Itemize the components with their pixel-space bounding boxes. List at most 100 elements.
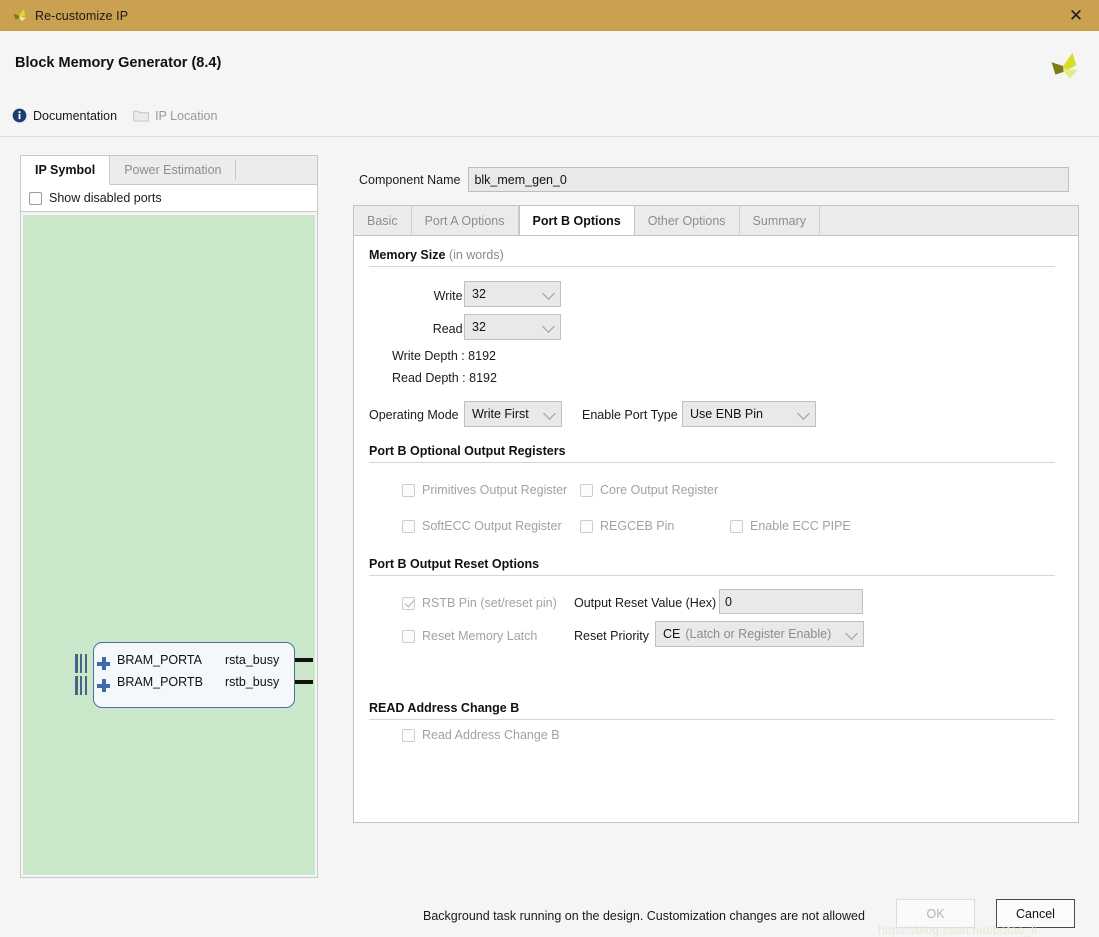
chevron-down-icon bbox=[542, 320, 555, 333]
enable-port-type-dropdown[interactable]: Use ENB Pin bbox=[682, 401, 816, 427]
port-label-rstb-busy: rstb_busy bbox=[225, 675, 280, 689]
tab-other-options[interactable]: Other Options bbox=[635, 206, 740, 235]
close-icon[interactable]: ✕ bbox=[1053, 0, 1099, 31]
reset-priority-value-note: (Latch or Register Enable) bbox=[685, 627, 832, 641]
read-width-value: 32 bbox=[472, 320, 486, 334]
operating-mode-dropdown[interactable]: Write First bbox=[464, 401, 562, 427]
memory-size-title: Memory Size (in words) bbox=[369, 248, 1055, 262]
status-message: Background task running on the design. C… bbox=[423, 909, 865, 923]
page-title: Block Memory Generator (8.4) bbox=[15, 55, 222, 71]
window-titlebar: Re-customize IP ✕ bbox=[0, 0, 1099, 31]
tab-port-b-options[interactable]: Port B Options bbox=[518, 206, 635, 236]
port-label-rsta-busy: rsta_busy bbox=[225, 653, 280, 667]
tab-port-a-options[interactable]: Port A Options bbox=[412, 206, 519, 235]
tab-basic[interactable]: Basic bbox=[354, 206, 412, 235]
tab-ip-symbol[interactable]: IP Symbol bbox=[21, 156, 111, 185]
optional-output-registers-section: Port B Optional Output Registers bbox=[369, 444, 1055, 463]
memory-size-title-suffix: (in words) bbox=[448, 248, 504, 262]
bus-connector-porta bbox=[75, 654, 87, 673]
chevron-down-icon bbox=[845, 627, 858, 640]
tab-summary-label: Summary bbox=[752, 213, 807, 228]
tabstrip-filler bbox=[820, 206, 1078, 235]
output-reset-value-input[interactable] bbox=[719, 589, 863, 614]
reset-priority-label: Reset Priority bbox=[574, 629, 650, 643]
output-reset-options-section: Port B Output Reset Options bbox=[369, 557, 1055, 576]
write-width-value: 32 bbox=[472, 287, 486, 301]
documentation-link[interactable]: Documentation bbox=[12, 108, 117, 123]
folder-icon bbox=[133, 110, 149, 122]
pin-stub-rsta-busy bbox=[295, 658, 313, 662]
tab-ip-symbol-label: IP Symbol bbox=[35, 163, 96, 177]
read-address-change-b-row[interactable]: Read Address Change B bbox=[402, 728, 560, 742]
read-address-change-b-checkbox[interactable] bbox=[402, 728, 415, 742]
tab-port-a-options-label: Port A Options bbox=[424, 213, 505, 228]
show-disabled-ports-label: Show disabled ports bbox=[49, 191, 162, 205]
enable-ecc-pipe-label: Enable ECC PIPE bbox=[750, 519, 851, 533]
left-tab-divider bbox=[235, 160, 237, 180]
core-output-register-checkbox[interactable] bbox=[580, 483, 593, 497]
regceb-pin-label: REGCEB Pin bbox=[600, 519, 675, 533]
output-reset-value-label: Output Reset Value (Hex) bbox=[574, 596, 717, 610]
core-output-register-row[interactable]: Core Output Register bbox=[580, 483, 718, 497]
write-width-dropdown[interactable]: 32 bbox=[464, 281, 561, 307]
ip-location-link-label: IP Location bbox=[155, 108, 218, 123]
read-depth-label: Read Depth : 8192 bbox=[392, 371, 497, 385]
reset-priority-value: CE bbox=[663, 627, 681, 641]
primitives-output-register-checkbox[interactable] bbox=[402, 483, 415, 497]
output-reset-options-rule bbox=[369, 575, 1055, 576]
tab-power-estimation[interactable]: Power Estimation bbox=[110, 156, 235, 184]
show-disabled-ports-checkbox[interactable] bbox=[29, 191, 42, 205]
read-address-change-b-label: Read Address Change B bbox=[422, 728, 560, 742]
enable-ecc-pipe-checkbox[interactable] bbox=[730, 519, 743, 533]
xilinx-brand-logo-icon bbox=[1051, 52, 1079, 79]
tab-port-b-options-label: Port B Options bbox=[532, 213, 621, 228]
chevron-down-icon bbox=[543, 407, 556, 420]
rstb-pin-checkbox[interactable] bbox=[402, 596, 415, 610]
read-address-change-section: READ Address Change B bbox=[369, 701, 1055, 720]
regceb-pin-checkbox[interactable] bbox=[580, 519, 593, 533]
reset-memory-latch-label: Reset Memory Latch bbox=[422, 629, 538, 643]
component-name-label: Component Name bbox=[359, 172, 461, 187]
component-name-input[interactable] bbox=[468, 167, 1070, 192]
enable-ecc-pipe-row[interactable]: Enable ECC PIPE bbox=[730, 519, 851, 533]
ip-symbol-canvas: BRAM_PORTA BRAM_PORTB rsta_busy rstb_bus… bbox=[23, 215, 315, 875]
operating-mode-label: Operating Mode bbox=[369, 408, 459, 422]
rstb-pin-label: RSTB Pin (set/reset pin) bbox=[422, 596, 557, 610]
tab-summary[interactable]: Summary bbox=[740, 206, 821, 235]
expand-porta-icon[interactable] bbox=[97, 657, 110, 670]
operating-mode-value: Write First bbox=[472, 407, 529, 421]
header-links: Documentation IP Location bbox=[12, 108, 233, 123]
rstb-pin-row[interactable]: RSTB Pin (set/reset pin) bbox=[402, 596, 557, 610]
memory-size-section: Memory Size (in words) bbox=[369, 248, 1055, 267]
port-b-options-body: Memory Size (in words) Write Width 32 Re… bbox=[353, 235, 1079, 823]
xilinx-logo-icon bbox=[13, 8, 27, 21]
softecc-output-register-row[interactable]: SoftECC Output Register bbox=[402, 519, 562, 533]
header-divider bbox=[0, 136, 1099, 137]
expand-portb-icon[interactable] bbox=[97, 679, 110, 692]
options-tabstrip: Basic Port A Options Port B Options Othe… bbox=[353, 205, 1079, 236]
read-address-change-rule bbox=[369, 719, 1055, 720]
documentation-link-label: Documentation bbox=[33, 108, 118, 123]
read-width-dropdown[interactable]: 32 bbox=[464, 314, 561, 340]
reset-priority-dropdown[interactable]: CE (Latch or Register Enable) bbox=[655, 621, 864, 647]
regceb-pin-row[interactable]: REGCEB Pin bbox=[580, 519, 674, 533]
show-disabled-ports-row[interactable]: Show disabled ports bbox=[21, 185, 317, 212]
ip-symbol-panel: IP Symbol Power Estimation Show disabled… bbox=[20, 155, 318, 878]
output-reset-options-title: Port B Output Reset Options bbox=[369, 557, 540, 571]
chevron-down-icon bbox=[797, 407, 810, 420]
ip-location-link[interactable]: IP Location bbox=[133, 109, 217, 123]
chevron-down-icon bbox=[542, 287, 555, 300]
options-tabpanel: Basic Port A Options Port B Options Othe… bbox=[353, 205, 1079, 823]
primitives-output-register-label: Primitives Output Register bbox=[422, 483, 568, 497]
softecc-output-register-checkbox[interactable] bbox=[402, 519, 415, 533]
reset-memory-latch-checkbox[interactable] bbox=[402, 629, 415, 643]
primitives-output-register-row[interactable]: Primitives Output Register bbox=[402, 483, 567, 497]
memory-size-title-text: Memory Size bbox=[369, 248, 446, 262]
left-panel-tabs: IP Symbol Power Estimation bbox=[21, 156, 317, 185]
port-label-bram-portb: BRAM_PORTB bbox=[117, 675, 203, 689]
enable-port-type-label: Enable Port Type bbox=[582, 408, 678, 422]
optional-output-registers-title: Port B Optional Output Registers bbox=[369, 444, 566, 458]
read-address-change-title: READ Address Change B bbox=[369, 701, 520, 715]
reset-memory-latch-row[interactable]: Reset Memory Latch bbox=[402, 629, 537, 643]
dialog-body: Block Memory Generator (8.4) Documentati… bbox=[0, 31, 1099, 937]
